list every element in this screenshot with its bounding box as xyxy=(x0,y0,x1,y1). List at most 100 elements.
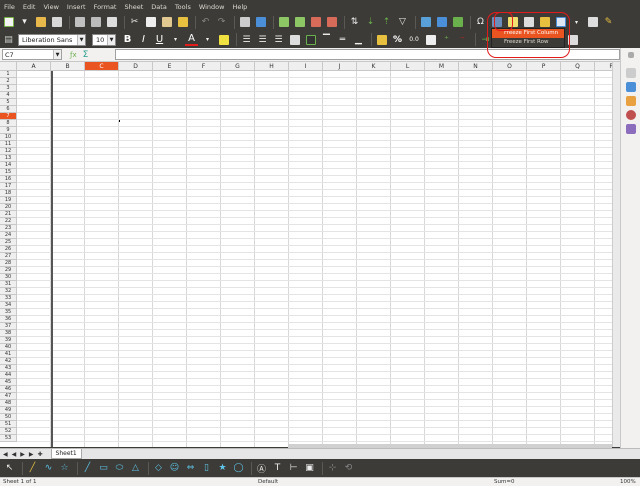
row-header-25[interactable]: 25 xyxy=(0,239,17,246)
column-header-c[interactable]: C xyxy=(85,62,119,71)
rectangle-icon[interactable]: ▭ xyxy=(97,462,110,475)
ellipse-icon[interactable]: ⬭ xyxy=(113,462,126,475)
print-icon[interactable] xyxy=(89,16,102,29)
select-all-corner[interactable] xyxy=(0,62,17,71)
row-header-13[interactable]: 13 xyxy=(0,155,17,162)
font-color-dropdown-icon[interactable]: ▾ xyxy=(201,33,214,46)
row-header-43[interactable]: 43 xyxy=(0,365,17,372)
clone-formatting-icon[interactable] xyxy=(176,16,189,29)
row-header-26[interactable]: 26 xyxy=(0,246,17,253)
row-header-2[interactable]: 2 xyxy=(0,78,17,85)
row-header-9[interactable]: 9 xyxy=(0,127,17,134)
points-icon[interactable]: ⊹ xyxy=(326,462,339,475)
row-header-46[interactable]: 46 xyxy=(0,386,17,393)
sort-icon[interactable]: ⇅ xyxy=(348,16,361,29)
column-header-f[interactable]: F xyxy=(187,62,221,71)
function-wizard-icon[interactable]: ƒx xyxy=(70,51,77,59)
column-header-e[interactable]: E xyxy=(153,62,187,71)
column-header-g[interactable]: G xyxy=(221,62,255,71)
column-header-m[interactable]: M xyxy=(425,62,459,71)
row-header-36[interactable]: 36 xyxy=(0,316,17,323)
styles-icon[interactable] xyxy=(626,82,636,92)
flowchart-icon[interactable]: ▯ xyxy=(200,462,213,475)
row-header-14[interactable]: 14 xyxy=(0,162,17,169)
add-sheet-icon[interactable]: ✚ xyxy=(38,451,43,458)
row-header-44[interactable]: 44 xyxy=(0,372,17,379)
align-right-icon[interactable]: ☰ xyxy=(272,33,285,46)
export-pdf-icon[interactable] xyxy=(73,16,86,29)
sheet-tab[interactable]: Sheet1 xyxy=(50,449,82,459)
currency-format-icon[interactable] xyxy=(375,33,388,46)
new-dropdown-icon[interactable]: ▾ xyxy=(18,16,31,29)
row-header-10[interactable]: 10 xyxy=(0,134,17,141)
row-header-42[interactable]: 42 xyxy=(0,358,17,365)
row-header-38[interactable]: 38 xyxy=(0,330,17,337)
special-character-icon[interactable]: Ω xyxy=(474,16,487,29)
sum-button[interactable]: Σ xyxy=(83,50,89,60)
row-header-45[interactable]: 45 xyxy=(0,379,17,386)
menu-tools[interactable]: Tools xyxy=(175,3,191,11)
menu-help[interactable]: Help xyxy=(232,3,247,11)
open-folder-icon[interactable] xyxy=(34,16,47,29)
first-sheet-icon[interactable]: ◀ xyxy=(3,451,8,458)
menu-insert[interactable]: Insert xyxy=(67,3,86,11)
column-header-k[interactable]: K xyxy=(357,62,391,71)
row-header-53[interactable]: 53 xyxy=(0,435,17,442)
new-document-icon[interactable] xyxy=(2,16,15,29)
previous-sheet-icon[interactable]: ◀ xyxy=(12,451,17,458)
copy-icon[interactable] xyxy=(144,16,157,29)
row-header-41[interactable]: 41 xyxy=(0,351,17,358)
menu-view[interactable]: View xyxy=(43,3,58,11)
undo-icon[interactable]: ↶ xyxy=(199,16,212,29)
column-header-j[interactable]: J xyxy=(323,62,357,71)
column-header-b[interactable]: B xyxy=(51,62,85,71)
underline-button[interactable]: U xyxy=(153,34,166,45)
row-header-17[interactable]: 17 xyxy=(0,183,17,190)
font-color-button[interactable]: A xyxy=(185,33,198,46)
chart-icon[interactable] xyxy=(435,16,448,29)
row-header-50[interactable]: 50 xyxy=(0,414,17,421)
row-header-35[interactable]: 35 xyxy=(0,309,17,316)
row-header-27[interactable]: 27 xyxy=(0,253,17,260)
text-box-icon[interactable]: T xyxy=(271,462,284,475)
spreadsheet-grid[interactable]: ABCDEFGHIJKLMNOPQR1234567891011121314151… xyxy=(0,62,620,447)
column-icon[interactable] xyxy=(293,16,306,29)
callouts-icon[interactable]: ◯ xyxy=(232,462,245,475)
chevron-down-icon[interactable]: ▼ xyxy=(77,34,85,45)
row-header-1[interactable]: 1 xyxy=(0,71,17,78)
column-header-o[interactable]: O xyxy=(493,62,527,71)
column-header-d[interactable]: D xyxy=(119,62,153,71)
menu-format[interactable]: Format xyxy=(94,3,117,11)
split-window-icon[interactable] xyxy=(586,16,599,29)
navigator-icon[interactable] xyxy=(626,110,636,120)
row-header-7[interactable]: 7 xyxy=(0,113,17,120)
polygon-icon[interactable]: ☆ xyxy=(58,462,71,475)
merge-center-icon[interactable] xyxy=(304,33,317,46)
delete-row-icon[interactable] xyxy=(309,16,322,29)
print-preview-icon[interactable] xyxy=(105,16,118,29)
row-header-20[interactable]: 20 xyxy=(0,204,17,211)
chevron-down-icon[interactable]: ▼ xyxy=(53,50,61,59)
vertical-scrollbar[interactable] xyxy=(612,62,620,447)
row-header-5[interactable]: 5 xyxy=(0,99,17,106)
row-header-33[interactable]: 33 xyxy=(0,295,17,302)
row-header-28[interactable]: 28 xyxy=(0,260,17,267)
paste-icon[interactable] xyxy=(160,16,173,29)
percent-format-button[interactable]: % xyxy=(391,35,404,45)
row-header-47[interactable]: 47 xyxy=(0,393,17,400)
row-header-52[interactable]: 52 xyxy=(0,428,17,435)
rotate-icon[interactable]: ⟲ xyxy=(342,462,355,475)
wrap-text-icon[interactable] xyxy=(288,33,301,46)
spelling-icon[interactable] xyxy=(254,16,267,29)
styles-icon[interactable]: ▤ xyxy=(2,33,15,46)
row-header-48[interactable]: 48 xyxy=(0,400,17,407)
save-icon[interactable] xyxy=(50,16,63,29)
menu-data[interactable]: Data xyxy=(151,3,167,11)
block-arrows-icon[interactable]: ⇔ xyxy=(184,462,197,475)
row-header-21[interactable]: 21 xyxy=(0,211,17,218)
fontwork-icon[interactable]: Ⓐ xyxy=(255,462,268,475)
frame-icon[interactable]: ▣ xyxy=(303,462,316,475)
sort-ascending-icon[interactable]: ⇣ xyxy=(364,16,377,29)
image-icon[interactable] xyxy=(419,16,432,29)
row-header-49[interactable]: 49 xyxy=(0,407,17,414)
